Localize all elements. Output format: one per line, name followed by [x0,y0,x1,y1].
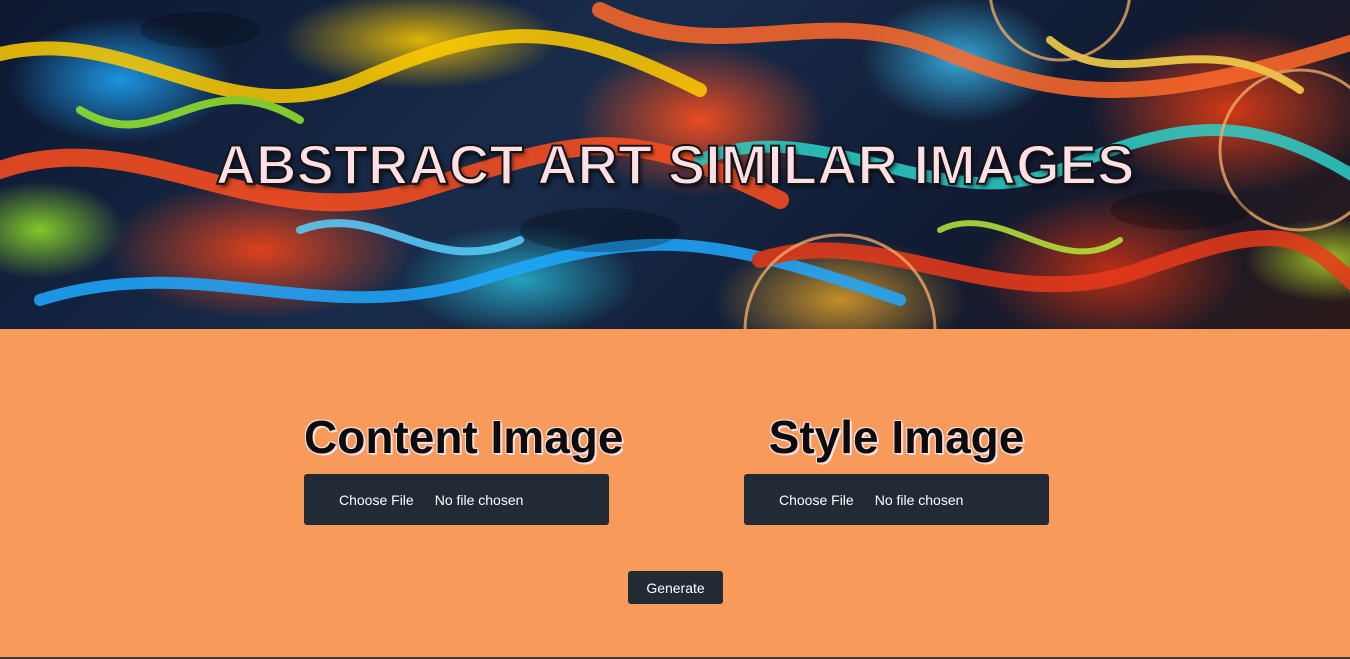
content-image-file-input[interactable]: Choose File No file chosen [304,474,609,525]
style-image-file-input[interactable]: Choose File No file chosen [744,474,1049,525]
upload-section: Content Image Choose File No file chosen… [0,329,1350,659]
generate-button[interactable]: Generate [628,571,723,604]
content-image-panel: Content Image Choose File No file chosen [304,410,624,525]
hero-banner: ABSTRACT ART SIMILAR IMAGES [0,0,1350,329]
page-title: ABSTRACT ART SIMILAR IMAGES [215,132,1136,197]
style-image-heading: Style Image [768,411,1025,463]
style-choose-file-button[interactable]: Choose File [779,492,854,508]
content-choose-file-button[interactable]: Choose File [339,492,414,508]
content-file-status: No file chosen [434,491,524,508]
content-image-heading: Content Image [304,411,624,463]
style-file-status: No file chosen [874,491,964,508]
style-image-panel: Style Image Choose File No file chosen [744,410,1049,525]
